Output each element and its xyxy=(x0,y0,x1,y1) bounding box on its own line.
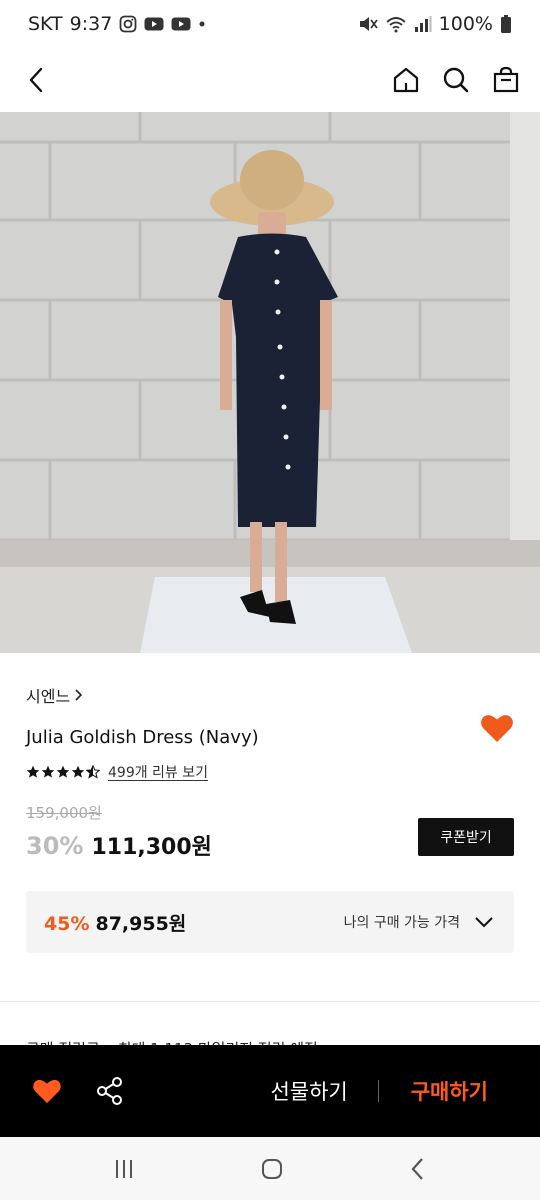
star-icon xyxy=(56,765,70,778)
brand-link[interactable]: 시엔느 xyxy=(26,683,514,707)
bottom-action-bar: 선물하기 구매하기 xyxy=(0,1045,540,1137)
home-button-icon[interactable] xyxy=(260,1157,284,1181)
mute-icon xyxy=(358,15,378,33)
youtube-icon xyxy=(144,16,164,32)
my-price: 87,955원 xyxy=(95,912,187,935)
back-icon[interactable] xyxy=(26,66,46,94)
rating-stars xyxy=(26,765,100,779)
my-discount-rate: 45% xyxy=(44,912,90,935)
my-price-box[interactable]: 45% 87,955원 나의 구매 가능 가격 xyxy=(26,891,514,953)
gift-button[interactable]: 선물하기 xyxy=(270,1076,377,1106)
bottom-heart-icon[interactable] xyxy=(32,1078,62,1104)
rating-row: 499개 리뷰 보기 xyxy=(26,762,514,782)
time-label: 9:37 xyxy=(69,13,113,35)
section-divider xyxy=(0,1001,540,1002)
brand-name: 시엔느 xyxy=(26,687,71,706)
chevron-right-icon xyxy=(74,688,84,702)
star-icon xyxy=(71,765,85,778)
battery-icon xyxy=(500,14,512,34)
status-bar: SKT 9:37 100% xyxy=(0,0,540,48)
shopping-bag-icon[interactable] xyxy=(492,66,520,94)
buy-button[interactable]: 구매하기 xyxy=(379,1076,508,1106)
top-header xyxy=(0,48,540,112)
chevron-down-icon xyxy=(474,916,494,928)
wifi-icon xyxy=(385,15,407,33)
sale-price: 111,300원 xyxy=(91,835,212,860)
star-icon xyxy=(41,765,55,778)
dot-icon xyxy=(198,20,206,28)
instagram-icon xyxy=(119,15,137,33)
product-image[interactable] xyxy=(0,112,540,653)
half-star-icon xyxy=(86,765,100,779)
search-icon[interactable] xyxy=(442,66,470,94)
review-link[interactable]: 499개 리뷰 보기 xyxy=(108,762,208,782)
wishlist-heart-icon[interactable] xyxy=(480,713,514,743)
carrier-label: SKT xyxy=(28,13,63,35)
home-icon[interactable] xyxy=(392,66,420,94)
recent-apps-icon[interactable] xyxy=(112,1158,136,1180)
star-icon xyxy=(26,765,40,778)
price-row: 30% 111,300원 쿠폰받기 xyxy=(26,818,514,861)
my-price-label: 나의 구매 가능 가격 xyxy=(343,915,460,931)
system-back-icon[interactable] xyxy=(408,1157,428,1181)
share-icon[interactable] xyxy=(96,1076,124,1106)
discount-rate: 30% xyxy=(26,832,84,860)
product-name: Julia Goldish Dress (Navy) xyxy=(26,727,259,748)
battery-label: 100% xyxy=(438,13,493,35)
coupon-button[interactable]: 쿠폰받기 xyxy=(418,818,514,856)
youtube-icon-2 xyxy=(171,16,191,32)
signal-icon xyxy=(414,15,432,33)
product-info: 시엔느 Julia Goldish Dress (Navy) 499개 리뷰 보… xyxy=(0,683,540,953)
system-nav-bar xyxy=(0,1137,540,1200)
